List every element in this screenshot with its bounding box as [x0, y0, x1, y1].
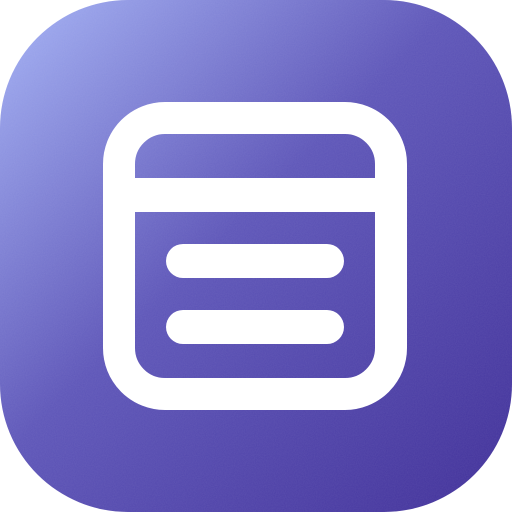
list-line-bottom — [166, 310, 344, 344]
app-icon[interactable] — [0, 0, 512, 512]
app-icon-artwork — [0, 0, 512, 512]
window-title-bar-divider — [135, 178, 375, 212]
list-line-top — [166, 244, 344, 278]
